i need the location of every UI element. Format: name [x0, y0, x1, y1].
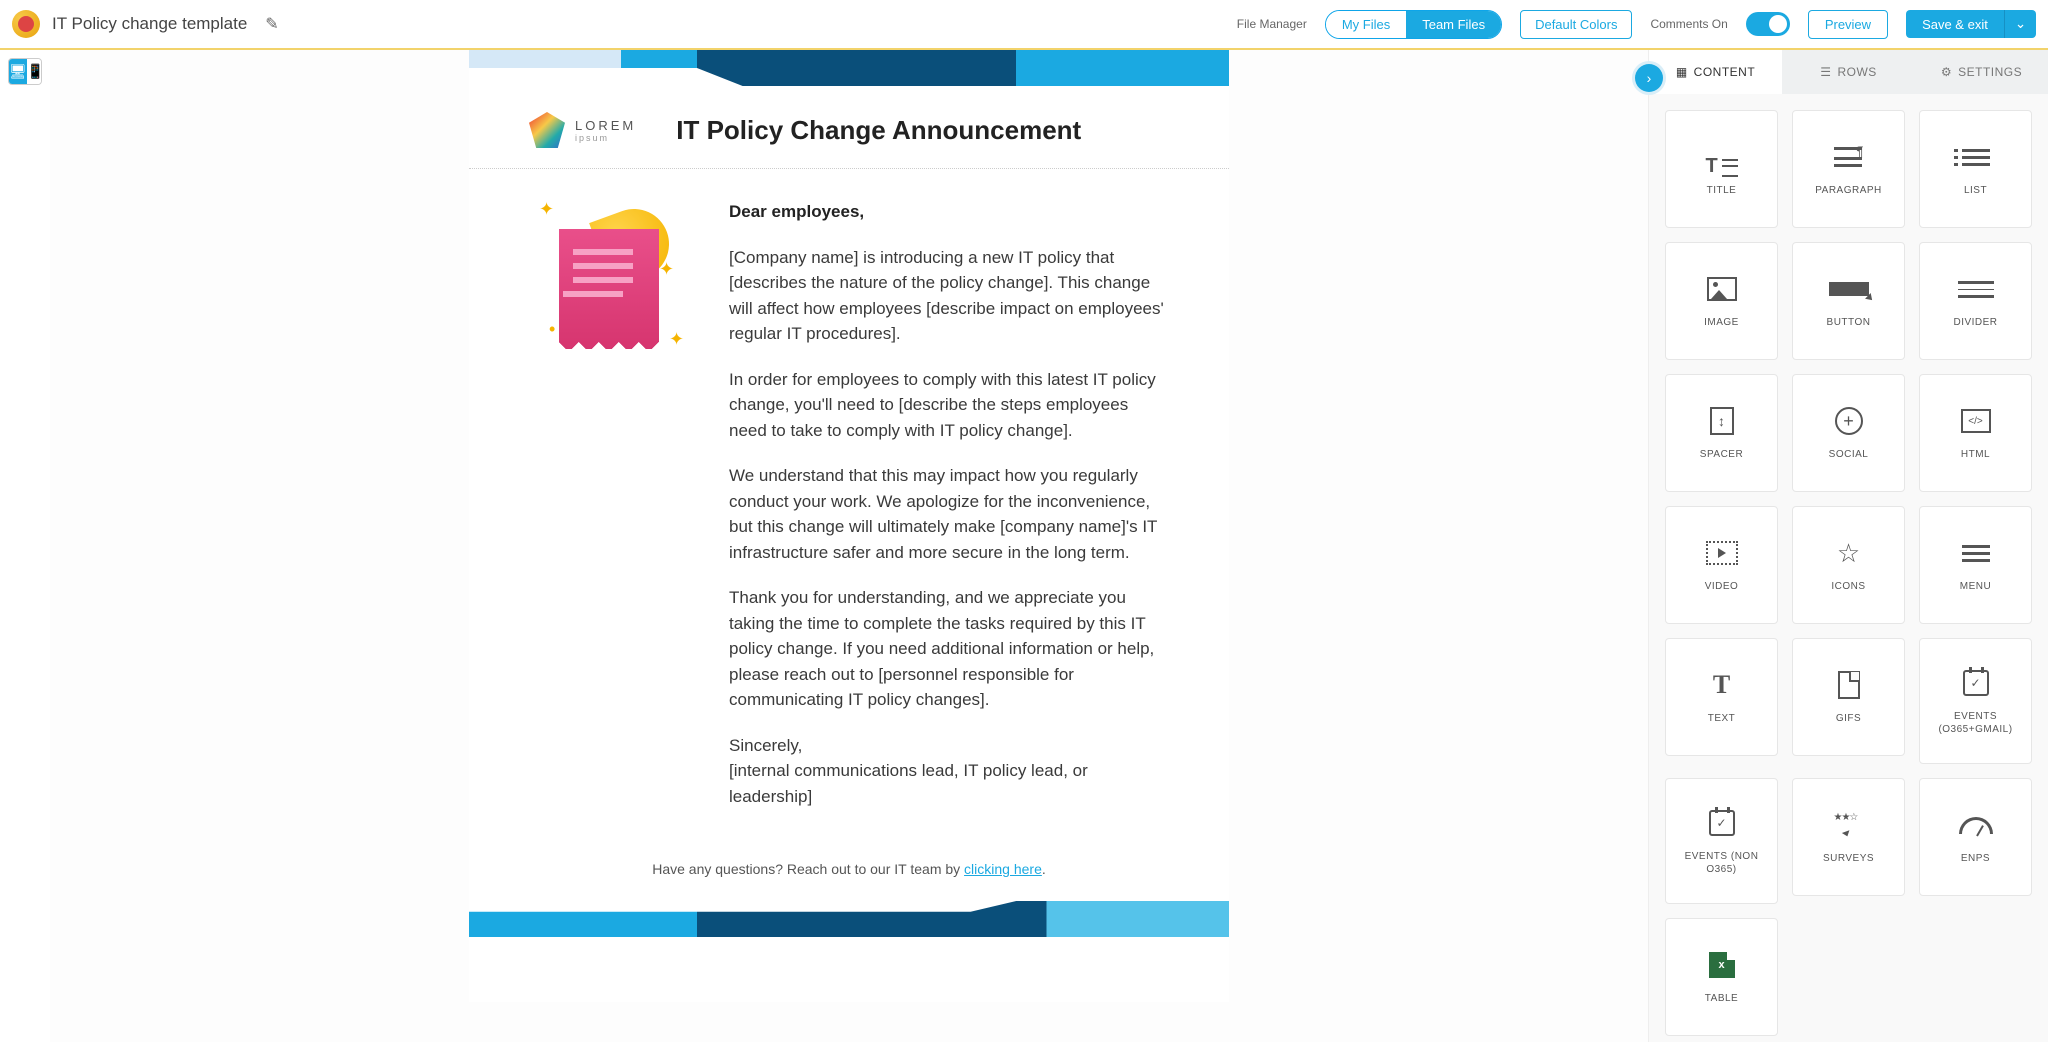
block-button[interactable]: BUTTON — [1792, 242, 1905, 360]
note-icon — [559, 229, 659, 349]
block-paragraph[interactable]: ¶PARAGRAPH — [1792, 110, 1905, 228]
email-heading[interactable]: IT Policy Change Announcement — [676, 115, 1081, 146]
save-caret-button[interactable]: ⌄ — [2004, 10, 2036, 38]
collapse-sidebar-icon[interactable]: › — [1635, 64, 1663, 92]
block-enps[interactable]: ENPS — [1919, 778, 2032, 896]
tab-content[interactable]: ▦ CONTENT — [1649, 50, 1782, 94]
block-divider[interactable]: DIVIDER — [1919, 242, 2032, 360]
file-manager-label: File Manager — [1237, 17, 1307, 31]
comments-switch[interactable] — [1746, 12, 1790, 36]
doc-body: ✦ ✦ • ✦ Dear employees, [Company name] i… — [469, 169, 1229, 849]
brand-logo: LOREM ipsum — [529, 112, 636, 148]
team-files-tab[interactable]: Team Files — [1406, 11, 1501, 38]
spark-icon: • — [549, 319, 555, 340]
blocks-grid: TITLE ¶PARAGRAPH LIST IMAGE BUTTON DIVID… — [1649, 94, 2048, 1042]
doc-header: LOREM ipsum IT Policy Change Announcemen… — [469, 86, 1229, 169]
banner-bottom — [469, 901, 1229, 937]
settings-icon: ⚙ — [1941, 65, 1952, 79]
sidebar: › ▦ CONTENT ☰ ROWS ⚙ SETTINGS TITLE ¶PAR… — [1648, 50, 2048, 1042]
block-menu[interactable]: MENU — [1919, 506, 2032, 624]
doc-title[interactable]: IT Policy change template — [52, 14, 247, 34]
banner-top — [469, 50, 1229, 86]
save-group: Save & exit ⌄ — [1906, 10, 2036, 38]
block-icons[interactable]: ☆ICONS — [1792, 506, 1905, 624]
desktop-view-icon[interactable]: 🖥 — [9, 59, 27, 84]
block-gifs[interactable]: GIFS — [1792, 638, 1905, 756]
canvas-area[interactable]: LOREM ipsum IT Policy Change Announcemen… — [50, 50, 1648, 1042]
signoff: Sincerely, [internal communications lead… — [729, 733, 1169, 810]
greeting: Dear employees, — [729, 199, 1169, 225]
paragraph-3: We understand that this may impact how y… — [729, 463, 1169, 565]
device-toggle[interactable]: 🖥 📱 — [8, 58, 42, 85]
block-title[interactable]: TITLE — [1665, 110, 1778, 228]
paragraph-2: In order for employees to comply with th… — [729, 367, 1169, 444]
grid-icon: ▦ — [1676, 65, 1688, 79]
save-exit-button[interactable]: Save & exit — [1906, 10, 2004, 38]
block-spacer[interactable]: SPACER — [1665, 374, 1778, 492]
block-text[interactable]: TTEXT — [1665, 638, 1778, 756]
footer-link[interactable]: clicking here — [964, 861, 1042, 877]
file-toggle[interactable]: My Files Team Files — [1325, 10, 1502, 39]
block-events-o365[interactable]: ✓EVENTS (O365+GMAIL) — [1919, 638, 2032, 764]
default-colors-button[interactable]: Default Colors — [1520, 10, 1632, 39]
tab-settings[interactable]: ⚙ SETTINGS — [1915, 50, 2048, 94]
spark-icon: ✦ — [539, 199, 554, 220]
left-tools: 🖥 📱 — [0, 50, 50, 1042]
block-events-non[interactable]: ✓EVENTS (NON O365) — [1665, 778, 1778, 904]
comments-label: Comments On — [1650, 17, 1727, 31]
brand-subtitle: ipsum — [575, 133, 636, 143]
announcement-illustration: ✦ ✦ • ✦ — [529, 199, 689, 369]
footer-question: Have any questions? Reach out to our IT … — [469, 849, 1229, 901]
paragraph-1: [Company name] is introducing a new IT p… — [729, 245, 1169, 347]
block-video[interactable]: VIDEO — [1665, 506, 1778, 624]
app-logo — [12, 10, 40, 38]
brand-mark-icon — [529, 112, 565, 148]
block-list[interactable]: LIST — [1919, 110, 2032, 228]
mobile-view-icon[interactable]: 📱 — [27, 59, 42, 84]
top-bar: IT Policy change template ✎ File Manager… — [0, 0, 2048, 50]
email-document[interactable]: LOREM ipsum IT Policy Change Announcemen… — [469, 50, 1229, 1002]
rows-icon: ☰ — [1820, 65, 1831, 79]
block-surveys[interactable]: SURVEYS — [1792, 778, 1905, 896]
spark-icon: ✦ — [659, 259, 674, 280]
my-files-tab[interactable]: My Files — [1326, 11, 1406, 38]
sidebar-tabs: ▦ CONTENT ☰ ROWS ⚙ SETTINGS — [1649, 50, 2048, 94]
block-table[interactable]: xTABLE — [1665, 918, 1778, 1036]
email-text[interactable]: Dear employees, [Company name] is introd… — [729, 199, 1169, 829]
paragraph-4: Thank you for understanding, and we appr… — [729, 585, 1169, 713]
edit-icon[interactable]: ✎ — [265, 14, 278, 34]
spark-icon: ✦ — [669, 329, 684, 350]
block-html[interactable]: </>HTML — [1919, 374, 2032, 492]
brand-name: LOREM — [575, 118, 636, 133]
block-image[interactable]: IMAGE — [1665, 242, 1778, 360]
workspace: 🖥 📱 LOREM ipsum IT Policy Change Announc… — [0, 50, 2048, 1042]
preview-button[interactable]: Preview — [1808, 10, 1888, 39]
tab-rows[interactable]: ☰ ROWS — [1782, 50, 1915, 94]
block-social[interactable]: +SOCIAL — [1792, 374, 1905, 492]
